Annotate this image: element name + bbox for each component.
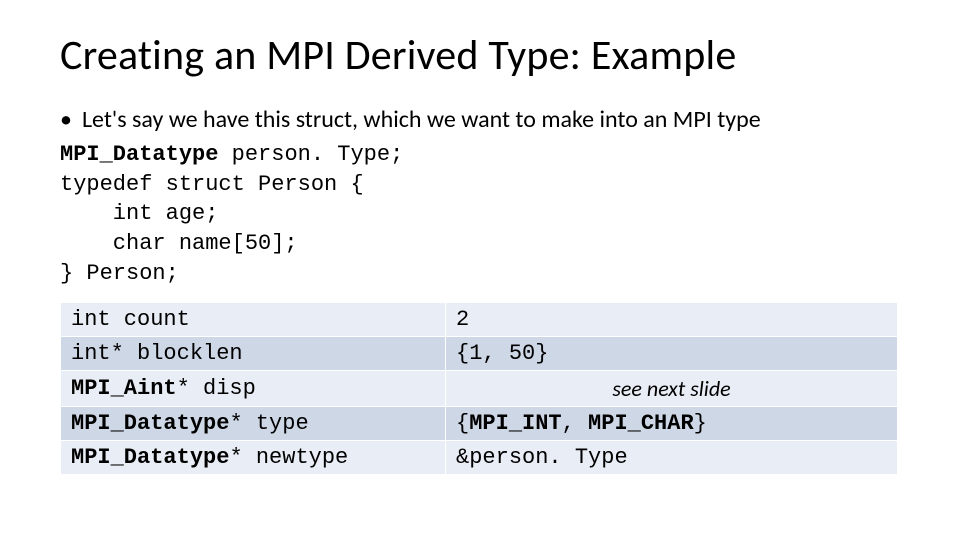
slide-title: Creating an MPI Derived Type: Example [60, 30, 910, 81]
param-name-bold: MPI_Aint [71, 376, 177, 401]
params-table: int count 2 int* blocklen {1, 50} MPI_Ai… [60, 302, 898, 475]
param-value: 2 [446, 303, 898, 337]
param-name: MPI_Datatype* type [61, 407, 446, 441]
param-name-rest: * disp [177, 376, 256, 401]
param-value-bold: MPI_INT [469, 411, 561, 436]
table-row: int count 2 [61, 303, 898, 337]
brace: { [456, 411, 469, 436]
param-value-note: see next slide [446, 371, 898, 407]
code-text: char name[50]; [60, 231, 298, 256]
code-block: MPI_Datatype person. Type; typedef struc… [60, 140, 910, 288]
param-name-bold: MPI_Datatype [71, 411, 229, 436]
param-name-bold: MPI_Datatype [71, 445, 229, 470]
table-row: MPI_Datatype* newtype &person. Type [61, 441, 898, 475]
param-name: int count [61, 303, 446, 337]
param-name: MPI_Datatype* newtype [61, 441, 446, 475]
code-kw: MPI_Datatype [60, 142, 218, 167]
code-text: typedef struct Person { [60, 172, 364, 197]
table-row: MPI_Aint* disp see next slide [61, 371, 898, 407]
param-value: &person. Type [446, 441, 898, 475]
comma: , [562, 411, 588, 436]
param-name: MPI_Aint* disp [61, 371, 446, 407]
table-row: int* blocklen {1, 50} [61, 337, 898, 371]
code-text: person. Type; [218, 142, 403, 167]
param-value-bold: MPI_CHAR [588, 411, 694, 436]
slide: Creating an MPI Derived Type: Example • … [0, 0, 960, 540]
param-name-rest: * newtype [229, 445, 348, 470]
param-name: int* blocklen [61, 337, 446, 371]
code-text: int age; [60, 201, 218, 226]
param-value: {MPI_INT, MPI_CHAR} [446, 407, 898, 441]
bullet-text: Let's say we have this struct, which we … [82, 105, 761, 134]
bullet-dot: • [60, 105, 72, 134]
param-value: {1, 50} [446, 337, 898, 371]
param-name-rest: * type [229, 411, 308, 436]
code-text: } Person; [60, 261, 179, 286]
bullet-item: • Let's say we have this struct, which w… [60, 105, 910, 134]
brace: } [694, 411, 707, 436]
table-row: MPI_Datatype* type {MPI_INT, MPI_CHAR} [61, 407, 898, 441]
